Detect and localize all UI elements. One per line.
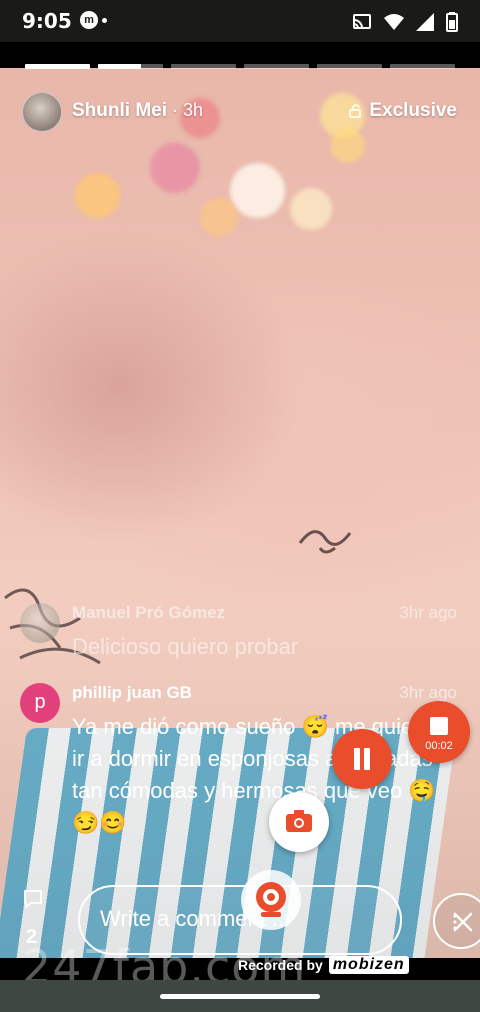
author-name-text: Shunli Mei	[72, 100, 167, 121]
notification-dot	[102, 18, 107, 23]
bokeh-light	[150, 143, 200, 193]
progress-segment	[390, 64, 455, 69]
status-icons	[352, 12, 458, 32]
comment-time: 3hr ago	[399, 603, 457, 622]
unlock-icon	[349, 104, 362, 118]
progress-segment	[25, 64, 90, 69]
comment-time: 3hr ago	[399, 683, 457, 702]
progress-segment	[244, 64, 309, 69]
commenter-name[interactable]: phillip juan GB	[72, 683, 192, 703]
recorder-brand: mobizen	[328, 956, 409, 974]
progress-fill	[98, 64, 141, 69]
pause-icon	[354, 748, 360, 770]
pause-recording-button[interactable]	[332, 729, 392, 789]
story-progress	[25, 64, 455, 69]
stop-recording-button[interactable]: 00:02	[408, 701, 470, 763]
commenter-name[interactable]: Manuel Pró Gómez	[72, 603, 225, 623]
author-avatar[interactable]	[22, 92, 62, 132]
webcam-button[interactable]	[241, 870, 301, 930]
comment-item: Manuel Pró Gómez 3hr ago Delicioso quier…	[20, 603, 460, 663]
cast-icon	[353, 14, 371, 29]
recording-timer: 00:02	[425, 740, 453, 752]
comment-item: p phillip juan GB 3hr ago Ya me dió como…	[20, 683, 460, 873]
progress-segment	[317, 64, 382, 69]
bokeh-light	[290, 188, 332, 230]
m-app-icon: m	[80, 11, 98, 29]
camera-icon	[286, 810, 312, 832]
exclusive-label: Exclusive	[369, 100, 457, 121]
exclusive-badge: Exclusive	[349, 100, 457, 122]
navigation-bar	[0, 980, 480, 1012]
webcam-icon	[256, 882, 286, 917]
commenter-avatar[interactable]: p	[20, 683, 60, 723]
pause-icon	[364, 748, 370, 770]
comments-icon[interactable]	[22, 888, 44, 910]
tattoo-pattern	[298, 530, 352, 554]
bokeh-light	[75, 173, 120, 218]
wifi-icon	[384, 14, 404, 30]
signal-icon	[416, 13, 434, 31]
progress-segment	[98, 64, 163, 69]
progress-fill	[25, 64, 90, 69]
battery-icon	[446, 12, 458, 32]
close-story-button[interactable]	[433, 893, 480, 949]
status-bar: 9:05 m	[0, 0, 480, 42]
clock: 9:05	[22, 9, 72, 33]
bokeh-light	[230, 163, 285, 218]
bokeh-light	[200, 198, 238, 236]
progress-segment	[171, 64, 236, 69]
recorder-watermark: Recorded by mobizen	[238, 956, 409, 974]
author-name[interactable]: Shunli Mei · 3h	[72, 100, 203, 122]
commenter-avatar[interactable]	[20, 603, 60, 643]
post-age: · 3h	[167, 100, 204, 120]
story-header: Shunli Mei · 3h Exclusive	[22, 92, 462, 132]
screenshot-button[interactable]	[269, 792, 329, 852]
stop-icon	[430, 717, 448, 735]
home-gesture-handle[interactable]	[160, 994, 320, 999]
bokeh-light	[330, 128, 365, 163]
comment-text: Delicioso quiero probar	[72, 634, 299, 659]
close-icon	[453, 912, 473, 932]
recorded-by-label: Recorded by	[238, 957, 323, 973]
